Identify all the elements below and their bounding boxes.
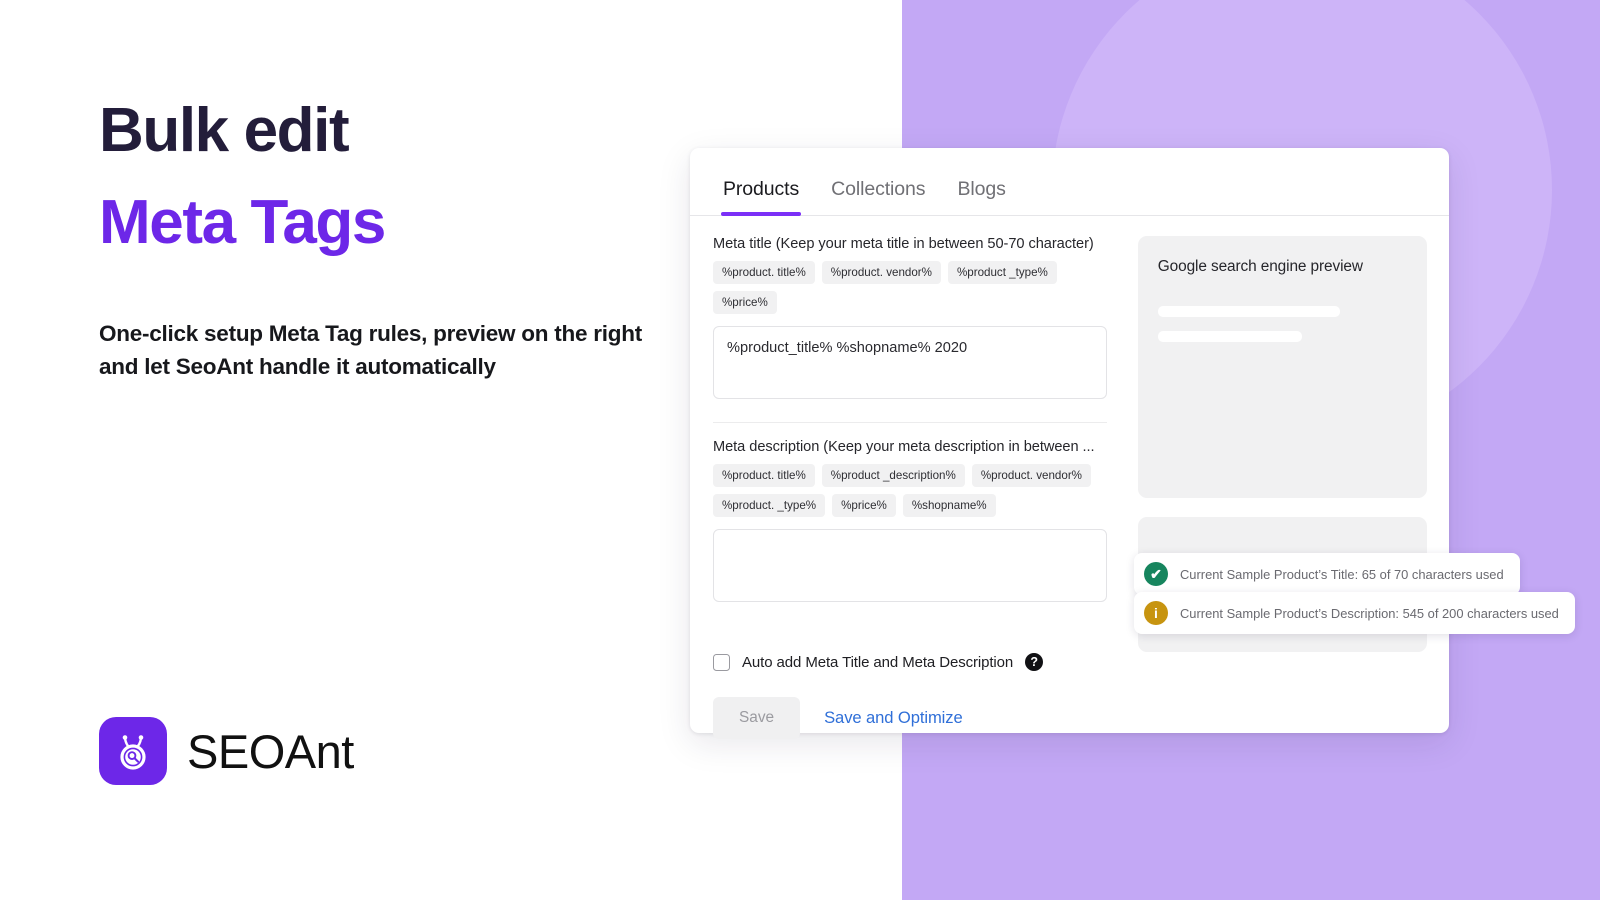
toast-title-text: Current Sample Product’s Title: 65 of 70… bbox=[1180, 566, 1504, 582]
auto-add-checkbox[interactable] bbox=[713, 653, 730, 671]
google-preview-title: Google search engine preview bbox=[1157, 258, 1363, 275]
meta-title-input[interactable] bbox=[713, 326, 1107, 399]
meta-description-input[interactable] bbox=[713, 529, 1107, 602]
brand-logo: SEOAnt bbox=[99, 717, 354, 785]
save-button[interactable]: Save bbox=[713, 697, 801, 739]
tab-blogs[interactable]: Blogs bbox=[941, 178, 1021, 215]
tab-products[interactable]: Products bbox=[707, 178, 815, 216]
poster-stage: Bulk edit Meta Tags One-click setup Meta… bbox=[0, 0, 1600, 900]
chip-desc-product-vendor[interactable]: %product. vendor% bbox=[971, 464, 1091, 487]
auto-add-row: Auto add Meta Title and Meta Description… bbox=[713, 653, 1107, 671]
chip-desc-product-title[interactable]: %product. title% bbox=[713, 464, 815, 487]
check-circle-icon: ✔ bbox=[1144, 562, 1168, 586]
auto-add-label: Auto add Meta Title and Meta Description bbox=[742, 653, 1014, 671]
google-search-preview-panel: Google search engine preview bbox=[1137, 236, 1427, 498]
preview-skeleton-line bbox=[1157, 331, 1303, 342]
chip-price[interactable]: %price% bbox=[713, 291, 777, 314]
card-body: Meta title (Keep your meta title in betw… bbox=[690, 216, 1449, 739]
preview-skeleton-line bbox=[1157, 306, 1340, 317]
toast-description-characters[interactable]: i Current Sample Product’s Description: … bbox=[1134, 592, 1575, 634]
meta-description-label: Meta description (Keep your meta descrip… bbox=[713, 439, 1095, 455]
chip-product-vendor[interactable]: %product. vendor% bbox=[821, 261, 941, 284]
chip-desc-shopname[interactable]: %shopname% bbox=[902, 494, 996, 517]
section-divider bbox=[713, 422, 1107, 423]
preview-column: Google search engine preview bbox=[1137, 236, 1427, 739]
tab-bar: Products Collections Blogs bbox=[690, 148, 1449, 216]
meta-description-variable-chips: %product. title% %product _description% … bbox=[713, 464, 1107, 517]
action-button-row: Save Save and Optimize bbox=[713, 697, 1107, 739]
logo-wordmark: SEOAnt bbox=[187, 724, 354, 778]
toast-description-text: Current Sample Product’s Description: 54… bbox=[1180, 605, 1559, 621]
ant-magnifier-icon bbox=[99, 717, 167, 785]
tab-collections[interactable]: Collections bbox=[815, 178, 941, 215]
meta-title-variable-chips: %product. title% %product. vendor% %prod… bbox=[713, 261, 1107, 314]
chip-desc-product-description[interactable]: %product _description% bbox=[821, 464, 965, 487]
chip-desc-price[interactable]: %price% bbox=[832, 494, 896, 517]
chip-product-title[interactable]: %product. title% bbox=[713, 261, 815, 284]
info-circle-icon: i bbox=[1144, 601, 1168, 625]
toast-title-characters[interactable]: ✔ Current Sample Product’s Title: 65 of … bbox=[1134, 553, 1520, 595]
meta-form-column: Meta title (Keep your meta title in betw… bbox=[713, 236, 1107, 739]
meta-tags-app-card: Products Collections Blogs Meta title (K… bbox=[690, 148, 1449, 739]
meta-title-label: Meta title (Keep your meta title in betw… bbox=[713, 236, 1094, 252]
question-mark-icon[interactable]: ? bbox=[1025, 653, 1044, 671]
save-and-optimize-button[interactable]: Save and Optimize bbox=[824, 708, 963, 728]
hero-subtitle: One-click setup Meta Tag rules, preview … bbox=[99, 321, 642, 379]
chip-desc-product-type[interactable]: %product. _type% bbox=[713, 494, 826, 517]
chip-product-type[interactable]: %product _type% bbox=[947, 261, 1057, 284]
